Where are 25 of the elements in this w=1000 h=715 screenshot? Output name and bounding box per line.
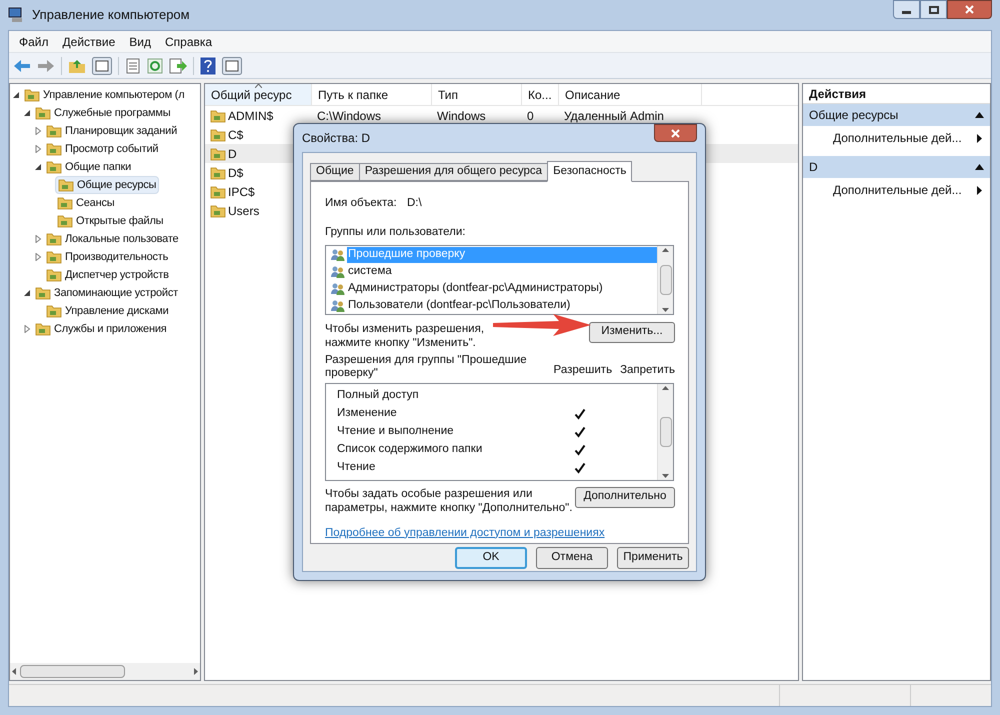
- object-name-value: D:\: [407, 196, 422, 211]
- permission-name: Чтение: [337, 460, 376, 475]
- table-cell-text: IPC$: [228, 184, 255, 200]
- table-cell-text: Удаленный Admin: [564, 108, 664, 124]
- object-name-label: Имя объекта:: [325, 196, 398, 211]
- dialog-title: Свойства: D: [302, 130, 370, 147]
- table-cell-text: D: [228, 146, 237, 162]
- window-title: Управление компьютером: [32, 6, 190, 24]
- permission-name: Список содержимого папки: [337, 442, 484, 457]
- table-cell-text: 0: [527, 108, 534, 124]
- allow-column-label: Разрешить: [554, 363, 612, 378]
- deny-column-label: Запретить: [620, 363, 675, 378]
- change-hint: Чтобы изменить разрешения, нажмите кнопку "Изменить".: [325, 322, 486, 350]
- table-cell-text: C$: [228, 126, 244, 144]
- table-cell-text: C:\Windows: [317, 108, 382, 124]
- table-cell-text: D$: [228, 164, 244, 182]
- advanced-hint: Чтобы задать особые разрешения или параметры, нажмите кнопку "Дополнительно".: [325, 486, 574, 514]
- groups-label: Группы или пользователи:: [325, 225, 466, 240]
- permission-name: Изменение: [337, 406, 398, 421]
- permissions-label: Разрешения для группы "Прошедшие проверку": [325, 354, 528, 380]
- permission-name: Полный доступ: [337, 388, 420, 403]
- permission-name: Чтение и выполнение: [337, 424, 455, 439]
- table-cell-text: Users: [228, 202, 260, 220]
- table-cell-text: ADMIN$: [228, 108, 274, 124]
- table-cell-text: Windows: [437, 108, 486, 124]
